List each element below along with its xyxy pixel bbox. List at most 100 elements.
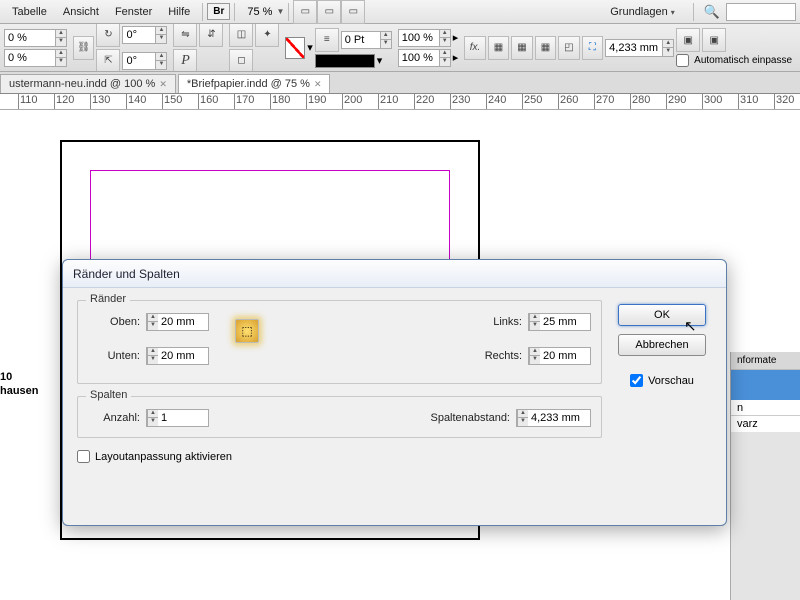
dimension-field[interactable]: ▲▼ <box>605 39 674 57</box>
ruler-tick: 190 <box>306 94 326 109</box>
tab-label: ustermann-neu.indd @ 100 % <box>9 78 155 90</box>
ruler-tick: 130 <box>90 94 110 109</box>
constrain-icon[interactable]: ◻ <box>229 49 253 73</box>
ruler-tick: 310 <box>738 94 758 109</box>
stroke-style[interactable] <box>315 54 375 68</box>
horizontal-ruler: 1101201301401501601701801902002102202302… <box>0 94 800 110</box>
stroke-weight-icon[interactable]: ≡ <box>315 28 339 52</box>
rechts-field[interactable]: ▲▼ <box>528 347 591 365</box>
arrange-icon[interactable]: ▭ <box>341 0 365 24</box>
panel-body[interactable]: n <box>731 400 800 416</box>
corner-icon[interactable]: ◰ <box>558 36 579 60</box>
rotate-field[interactable]: ▲▼ <box>122 26 167 44</box>
stroke-weight-field[interactable]: ▲▼ <box>341 31 392 49</box>
workspace-label: Grundlagen <box>610 6 668 18</box>
label-anzahl: Anzahl: <box>88 412 140 424</box>
dialog-title: Ränder und Spalten <box>73 267 180 281</box>
flip-h-icon[interactable]: ⇋ <box>173 24 197 47</box>
search-icon: 🔍 <box>704 4 720 20</box>
vorschau-label: Vorschau <box>648 375 694 387</box>
label-rechts: Rechts: <box>470 350 522 362</box>
group-legend: Ränder <box>86 293 130 305</box>
ruler-tick: 140 <box>126 94 146 109</box>
tint-b-field[interactable]: ▲▼ <box>398 49 451 67</box>
view-options-icon[interactable]: ▭ <box>293 0 317 24</box>
menu-hilfe[interactable]: Hilfe <box>160 3 198 21</box>
columns-group: Spalten Anzahl:▲▼ Spaltenabstand:▲▼ <box>77 396 602 438</box>
shear-icon[interactable]: ⇱ <box>96 49 120 73</box>
autofit-checkbox[interactable] <box>676 54 689 67</box>
panels-sidebar: nformate n varz <box>730 352 800 600</box>
ruler-tick: 250 <box>522 94 542 109</box>
search-input[interactable] <box>726 3 796 21</box>
rotate-icon[interactable]: ↻ <box>96 24 120 47</box>
char-style-icon[interactable]: P <box>173 49 197 73</box>
tab-label: *Briefpapier.indd @ 75 % <box>187 78 310 90</box>
frame-fit-icon[interactable]: ⛶ <box>582 36 603 60</box>
bridge-button[interactable]: Br <box>207 3 230 20</box>
vorschau-checkbox[interactable] <box>630 374 643 387</box>
anzahl-field[interactable]: ▲▼ <box>146 409 209 427</box>
menu-fenster[interactable]: Fenster <box>107 3 160 21</box>
scale-x-field[interactable]: ▲▼ <box>4 29 67 47</box>
menu-tabelle[interactable]: Tabelle <box>4 3 55 21</box>
flip-v-icon[interactable]: ⇵ <box>199 24 223 47</box>
ruler-tick: 160 <box>198 94 218 109</box>
control-toolbar: ▲▼▲▼ ⛓ ↻▲▼⇱▲▼ ⇋⇵P ◫✦◻ ▾ ≡▲▼▾ ▲▼▸▲▼▸ fx. … <box>0 24 800 72</box>
tint-a-field[interactable]: ▲▼ <box>398 29 451 47</box>
margins-columns-dialog: Ränder und Spalten Ränder Oben: ▲▼ Unten:… <box>62 259 727 526</box>
ruler-tick: 150 <box>162 94 182 109</box>
scale-y-field[interactable]: ▲▼ <box>4 49 67 67</box>
doc-tab-2[interactable]: *Briefpapier.indd @ 75 % ✕ <box>178 74 331 93</box>
ok-button[interactable]: OK <box>618 304 706 326</box>
close-icon[interactable]: ✕ <box>314 79 322 90</box>
oben-field[interactable]: ▲▼ <box>146 313 209 331</box>
ruler-tick: 120 <box>54 94 74 109</box>
chevron-down-icon: ▾ <box>307 41 313 54</box>
menu-bar: Tabelle Ansicht Fenster Hilfe Br 75 %▼ ▭… <box>0 0 800 24</box>
fill-none-swatch[interactable] <box>285 37 305 59</box>
link-margins-button[interactable]: ⬚ <box>235 319 259 343</box>
workspace-switcher[interactable]: Grundlagen ▾ <box>602 3 683 21</box>
text-wrap-3-icon[interactable]: ▦ <box>535 36 556 60</box>
chevron-down-icon: ▾ <box>671 8 675 17</box>
ruler-tick: 270 <box>594 94 614 109</box>
ruler-tick: 210 <box>378 94 398 109</box>
dialog-titlebar[interactable]: Ränder und Spalten <box>63 260 726 288</box>
ruler-tick: 300 <box>702 94 722 109</box>
zoom-level[interactable]: 75 %▼ <box>247 6 284 18</box>
label-oben: Oben: <box>88 316 140 328</box>
shear-field[interactable]: ▲▼ <box>122 52 167 70</box>
ruler-tick: 230 <box>450 94 470 109</box>
unten-field[interactable]: ▲▼ <box>146 347 209 365</box>
close-icon[interactable]: ✕ <box>159 79 167 90</box>
ruler-tick: 290 <box>666 94 686 109</box>
links-field[interactable]: ▲▼ <box>528 313 591 331</box>
ruler-tick: 280 <box>630 94 650 109</box>
panel-body[interactable]: varz <box>731 416 800 432</box>
link-icon[interactable]: ⛓ <box>73 36 94 60</box>
select-container-icon[interactable]: ◫ <box>229 24 253 47</box>
text-wrap-1-icon[interactable]: ▦ <box>488 36 509 60</box>
ruler-tick: 220 <box>414 94 434 109</box>
panel-body[interactable] <box>731 370 800 400</box>
text-wrap-2-icon[interactable]: ▦ <box>511 36 532 60</box>
layout-adjust-checkbox[interactable] <box>77 450 90 463</box>
fit-content-icon[interactable]: ▣ <box>676 28 700 52</box>
screen-mode-icon[interactable]: ▭ <box>317 0 341 24</box>
ruler-tick: 180 <box>270 94 290 109</box>
group-legend: Spalten <box>86 389 131 401</box>
abbrechen-button[interactable]: Abbrechen <box>618 334 706 356</box>
doc-tab-1[interactable]: ustermann-neu.indd @ 100 % ✕ <box>0 74 176 93</box>
ruler-tick: 200 <box>342 94 362 109</box>
spaltenabstand-field[interactable]: ▲▼ <box>516 409 591 427</box>
label-links: Links: <box>470 316 522 328</box>
zoom-value: 75 % <box>247 6 272 18</box>
select-content-icon[interactable]: ✦ <box>255 24 279 47</box>
effects-icon[interactable]: fx. <box>464 36 485 60</box>
menu-ansicht[interactable]: Ansicht <box>55 3 107 21</box>
autofit-label: Automatisch einpasse <box>694 55 792 66</box>
label-unten: Unten: <box>88 350 140 362</box>
panel-tab-formate[interactable]: nformate <box>731 352 800 370</box>
fit-frame-icon[interactable]: ▣ <box>702 28 726 52</box>
